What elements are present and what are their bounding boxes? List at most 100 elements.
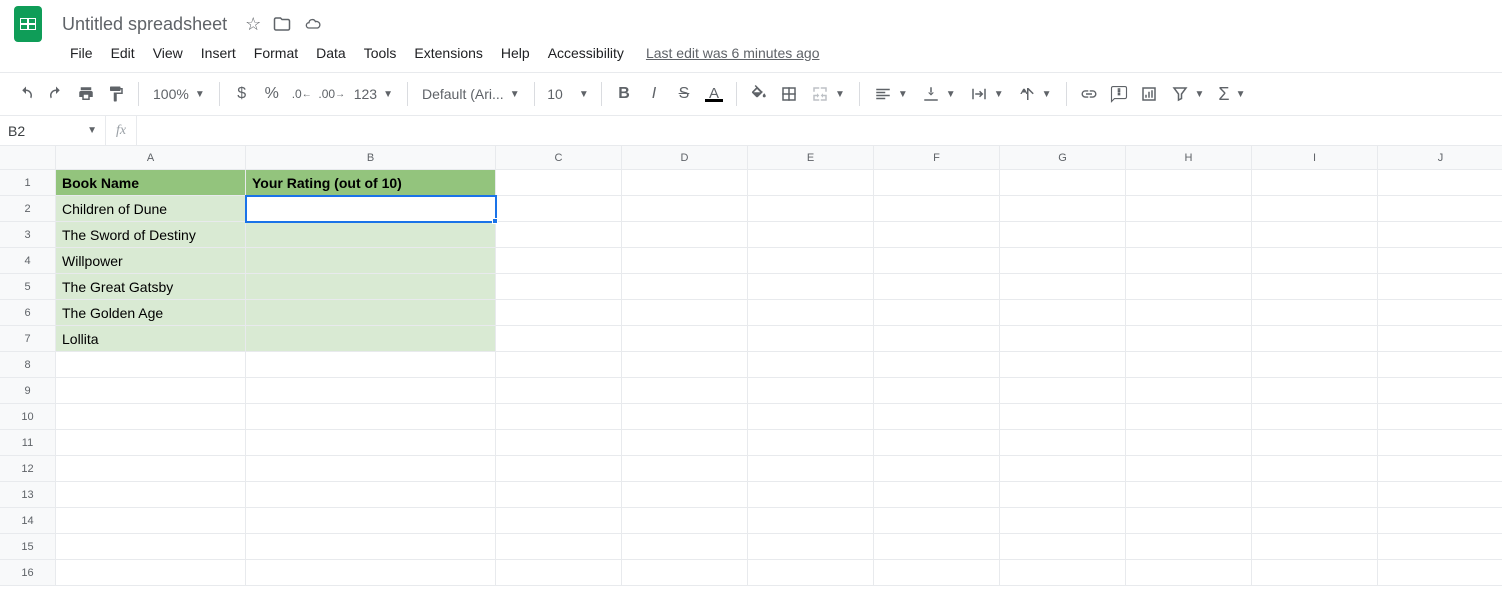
cell-I7[interactable] (1252, 326, 1378, 352)
cell-I10[interactable] (1252, 404, 1378, 430)
font-size-select[interactable]: 10▼ (543, 86, 593, 102)
cell-G1[interactable] (1000, 170, 1126, 196)
cell-I16[interactable] (1252, 560, 1378, 586)
cell-A2[interactable]: Children of Dune (56, 196, 246, 222)
cell-C15[interactable] (496, 534, 622, 560)
cell-I5[interactable] (1252, 274, 1378, 300)
row-header-9[interactable]: 9 (0, 378, 56, 404)
cell-J12[interactable] (1378, 456, 1502, 482)
cell-A9[interactable] (56, 378, 246, 404)
redo-button[interactable] (42, 80, 70, 108)
cell-J10[interactable] (1378, 404, 1502, 430)
cell-H5[interactable] (1126, 274, 1252, 300)
cell-A4[interactable]: Willpower (56, 248, 246, 274)
cell-B11[interactable] (246, 430, 496, 456)
font-select[interactable]: Default (Ari...▼ (416, 86, 526, 102)
currency-button[interactable]: $ (228, 80, 256, 108)
cell-F1[interactable] (874, 170, 1000, 196)
cell-H16[interactable] (1126, 560, 1252, 586)
cell-E16[interactable] (748, 560, 874, 586)
cell-J6[interactable] (1378, 300, 1502, 326)
cell-H8[interactable] (1126, 352, 1252, 378)
cell-J8[interactable] (1378, 352, 1502, 378)
cell-H3[interactable] (1126, 222, 1252, 248)
menu-edit[interactable]: Edit (103, 41, 143, 65)
column-header-I[interactable]: I (1252, 146, 1378, 170)
cell-I4[interactable] (1252, 248, 1378, 274)
strikethrough-button[interactable]: S (670, 80, 698, 108)
cell-B1[interactable]: Your Rating (out of 10) (246, 170, 496, 196)
cell-E9[interactable] (748, 378, 874, 404)
cell-I6[interactable] (1252, 300, 1378, 326)
cell-F12[interactable] (874, 456, 1000, 482)
column-header-H[interactable]: H (1126, 146, 1252, 170)
cell-B3[interactable] (246, 222, 496, 248)
cell-D1[interactable] (622, 170, 748, 196)
link-button[interactable] (1075, 80, 1103, 108)
wrap-button[interactable]: ▼ (964, 85, 1010, 103)
cell-F6[interactable] (874, 300, 1000, 326)
cell-B16[interactable] (246, 560, 496, 586)
cell-B4[interactable] (246, 248, 496, 274)
increase-decimal-button[interactable]: .00→ (318, 80, 346, 108)
cloud-icon[interactable] (303, 16, 323, 32)
cell-G13[interactable] (1000, 482, 1126, 508)
cell-B13[interactable] (246, 482, 496, 508)
cell-C12[interactable] (496, 456, 622, 482)
cell-G3[interactable] (1000, 222, 1126, 248)
cell-G6[interactable] (1000, 300, 1126, 326)
cell-C10[interactable] (496, 404, 622, 430)
cell-E14[interactable] (748, 508, 874, 534)
cell-D9[interactable] (622, 378, 748, 404)
menu-extensions[interactable]: Extensions (406, 41, 490, 65)
column-header-G[interactable]: G (1000, 146, 1126, 170)
cell-G2[interactable] (1000, 196, 1126, 222)
cell-I13[interactable] (1252, 482, 1378, 508)
cell-I9[interactable] (1252, 378, 1378, 404)
menu-accessibility[interactable]: Accessibility (540, 41, 632, 65)
cell-H10[interactable] (1126, 404, 1252, 430)
cell-H9[interactable] (1126, 378, 1252, 404)
cell-G4[interactable] (1000, 248, 1126, 274)
comment-button[interactable] (1105, 80, 1133, 108)
cell-C14[interactable] (496, 508, 622, 534)
cell-I2[interactable] (1252, 196, 1378, 222)
row-header-2[interactable]: 2 (0, 196, 56, 222)
app-logo[interactable] (8, 4, 48, 44)
cell-G7[interactable] (1000, 326, 1126, 352)
row-header-7[interactable]: 7 (0, 326, 56, 352)
filter-button[interactable]: ▼ (1165, 85, 1211, 103)
cell-G15[interactable] (1000, 534, 1126, 560)
h-align-button[interactable]: ▼ (868, 85, 914, 103)
zoom-select[interactable]: 100%▼ (147, 86, 211, 102)
row-header-16[interactable]: 16 (0, 560, 56, 586)
cell-E10[interactable] (748, 404, 874, 430)
undo-button[interactable] (12, 80, 40, 108)
cell-A5[interactable]: The Great Gatsby (56, 274, 246, 300)
cell-J4[interactable] (1378, 248, 1502, 274)
cell-F5[interactable] (874, 274, 1000, 300)
cell-E15[interactable] (748, 534, 874, 560)
cell-E1[interactable] (748, 170, 874, 196)
decrease-decimal-button[interactable]: .0← (288, 80, 316, 108)
cell-I11[interactable] (1252, 430, 1378, 456)
cell-J13[interactable] (1378, 482, 1502, 508)
menu-format[interactable]: Format (246, 41, 306, 65)
row-header-11[interactable]: 11 (0, 430, 56, 456)
number-format-select[interactable]: 123▼ (348, 86, 399, 102)
cell-A13[interactable] (56, 482, 246, 508)
cell-C13[interactable] (496, 482, 622, 508)
rotate-button[interactable]: ▼ (1012, 85, 1058, 103)
cell-D8[interactable] (622, 352, 748, 378)
cell-G9[interactable] (1000, 378, 1126, 404)
cell-G5[interactable] (1000, 274, 1126, 300)
cell-B14[interactable] (246, 508, 496, 534)
cell-J3[interactable] (1378, 222, 1502, 248)
row-header-15[interactable]: 15 (0, 534, 56, 560)
document-title[interactable]: Untitled spreadsheet (56, 12, 233, 37)
cell-F2[interactable] (874, 196, 1000, 222)
cell-I14[interactable] (1252, 508, 1378, 534)
cell-C2[interactable] (496, 196, 622, 222)
menu-data[interactable]: Data (308, 41, 354, 65)
cell-D4[interactable] (622, 248, 748, 274)
